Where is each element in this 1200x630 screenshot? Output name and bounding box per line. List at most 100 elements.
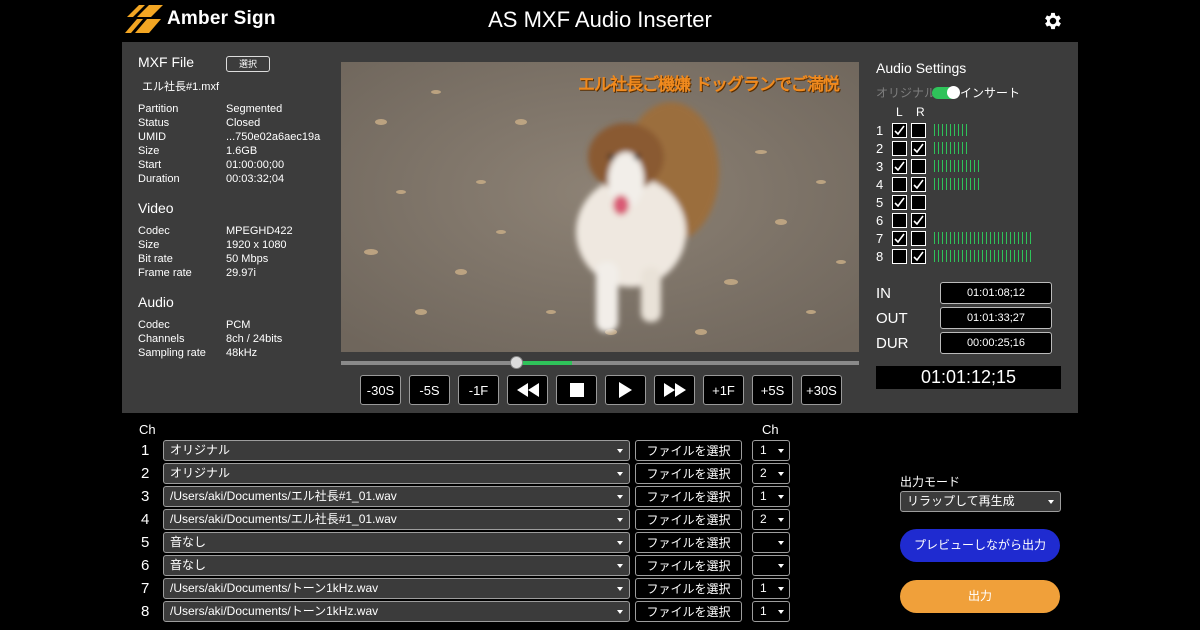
fast-forward-button[interactable] xyxy=(654,375,695,405)
choose-file-button[interactable]: ファイルを選択 xyxy=(635,440,742,461)
app-title: AS MXF Audio Inserter xyxy=(488,7,712,32)
source-value: オリジナル xyxy=(170,443,231,457)
gear-icon[interactable] xyxy=(1042,10,1064,32)
source-select[interactable]: /Users/aki/Documents/エル社長#1_01.wav xyxy=(163,509,630,530)
channel-number: 8 xyxy=(876,248,884,264)
source-select[interactable]: /Users/aki/Documents/トーン1kHz.wav xyxy=(163,601,630,622)
mapping-channel-number: 2 xyxy=(141,465,150,482)
choose-file-button[interactable]: ファイルを選択 xyxy=(635,532,742,553)
in-point-row: IN 01:01:08;12 xyxy=(876,282,1052,304)
rewind-button[interactable] xyxy=(507,375,548,405)
mode-toggle-switch[interactable] xyxy=(932,85,961,99)
source-channel-value: 1 xyxy=(760,604,767,618)
source-channel-select[interactable]: 2 xyxy=(752,463,790,484)
source-channel-select[interactable] xyxy=(752,555,790,576)
choose-file-button[interactable]: ファイルを選択 xyxy=(635,509,742,530)
select-mxf-button[interactable]: 選択 xyxy=(226,56,270,72)
export-button[interactable]: 出力 xyxy=(900,580,1060,613)
preview-export-button[interactable]: プレビューしながら出力 xyxy=(900,529,1060,562)
dur-label: DUR xyxy=(876,334,909,352)
channel-l-checkbox[interactable] xyxy=(892,194,907,210)
level-meter xyxy=(934,178,982,190)
source-select[interactable]: /Users/aki/Documents/エル社長#1_01.wav xyxy=(163,486,630,507)
back-1f-button[interactable]: -1F xyxy=(458,375,499,405)
channel-r-checkbox[interactable] xyxy=(911,176,926,192)
seek-bar[interactable] xyxy=(341,361,859,365)
source-select[interactable]: /Users/aki/Documents/トーン1kHz.wav xyxy=(163,578,630,599)
source-channel-select[interactable]: 1 xyxy=(752,486,790,507)
source-select[interactable]: オリジナル xyxy=(163,440,630,461)
play-button[interactable] xyxy=(605,375,646,405)
source-value: 音なし xyxy=(170,558,207,572)
back-5s-button[interactable]: -5S xyxy=(409,375,450,405)
choose-file-button[interactable]: ファイルを選択 xyxy=(635,555,742,576)
prop-key: Sampling rate xyxy=(138,347,206,359)
output-mode-select[interactable]: リラップして再生成 xyxy=(900,491,1061,512)
chevron-down-icon xyxy=(1048,500,1054,504)
channel-l-checkbox[interactable] xyxy=(892,176,907,192)
source-channel-select[interactable]: 2 xyxy=(752,509,790,530)
duration-row: DUR 00:00:25;16 xyxy=(876,332,1052,354)
channel-l-checkbox[interactable] xyxy=(892,230,907,246)
channel-r-checkbox[interactable] xyxy=(911,140,926,156)
source-select[interactable]: 音なし xyxy=(163,532,630,553)
prop-row: Sampling rate 48kHz xyxy=(138,346,348,360)
channel-l-checkbox[interactable] xyxy=(892,158,907,174)
audio-settings-panel: Audio Settings オリジナル インサート LR 1 2 3 4 5 6 7 8 I… xyxy=(876,60,1076,354)
channel-number: 3 xyxy=(876,158,884,174)
channel-r-checkbox[interactable] xyxy=(911,122,926,138)
source-value: /Users/aki/Documents/トーン1kHz.wav xyxy=(170,604,379,618)
chevron-down-icon xyxy=(617,587,623,591)
check-icon xyxy=(894,233,905,243)
forward-1f-button[interactable]: +1F xyxy=(703,375,744,405)
prop-row: Size 1.6GB xyxy=(138,144,348,158)
check-icon xyxy=(913,143,924,153)
chevron-down-icon xyxy=(778,564,784,568)
stop-button[interactable] xyxy=(556,375,597,405)
file-info-panel: MXF File 選択 エル社長#1.mxf Partition Segmente… xyxy=(138,54,348,360)
channel-r-checkbox[interactable] xyxy=(911,230,926,246)
channel-r-checkbox[interactable] xyxy=(911,248,926,264)
choose-file-button[interactable]: ファイルを選択 xyxy=(635,463,742,484)
main-panel: MXF File 選択 エル社長#1.mxf Partition Segmente… xyxy=(122,42,1078,413)
source-channel-select[interactable]: 1 xyxy=(752,440,790,461)
source-select[interactable]: 音なし xyxy=(163,555,630,576)
channel-number: 7 xyxy=(876,230,884,246)
channel-l-checkbox[interactable] xyxy=(892,140,907,156)
source-value: /Users/aki/Documents/エル社長#1_01.wav xyxy=(170,512,397,526)
channel-l-checkbox[interactable] xyxy=(892,122,907,138)
source-value: 音なし xyxy=(170,535,207,549)
choose-file-button[interactable]: ファイルを選択 xyxy=(635,486,742,507)
right-column-label: R xyxy=(916,105,925,119)
prop-row: Start 01:00:00;00 xyxy=(138,158,348,172)
choose-file-button[interactable]: ファイルを選択 xyxy=(635,601,742,622)
source-channel-select[interactable]: 1 xyxy=(752,578,790,599)
forward-30s-button[interactable]: +30S xyxy=(801,375,842,405)
source-channel-select[interactable]: 1 xyxy=(752,601,790,622)
source-channel-select[interactable] xyxy=(752,532,790,553)
prop-value: 01:00:00;00 xyxy=(226,159,285,171)
channel-l-checkbox[interactable] xyxy=(892,212,907,228)
prop-value: 1.6GB xyxy=(226,145,258,157)
forward-5s-button[interactable]: +5S xyxy=(752,375,793,405)
level-meter xyxy=(934,250,1034,262)
channel-l-checkbox[interactable] xyxy=(892,248,907,264)
prop-value: ...750e02a6aec19a xyxy=(226,131,321,143)
channel-r-checkbox[interactable] xyxy=(911,212,926,228)
out-timecode-field[interactable]: 01:01:33;27 xyxy=(940,307,1052,329)
channel-r-checkbox[interactable] xyxy=(911,194,926,210)
prop-row: Status Closed xyxy=(138,116,348,130)
back-30s-button[interactable]: -30S xyxy=(360,375,401,405)
mxf-properties: Partition Segmented Status Closed UMID ...7… xyxy=(138,102,348,186)
in-timecode-field[interactable]: 01:01:08;12 xyxy=(940,282,1052,304)
source-select[interactable]: オリジナル xyxy=(163,463,630,484)
channel-number: 2 xyxy=(876,140,884,156)
choose-file-button[interactable]: ファイルを選択 xyxy=(635,578,742,599)
seek-handle[interactable] xyxy=(510,356,523,369)
video-preview[interactable]: エル社長ご機嫌 ドッグランでご満悦 xyxy=(341,62,859,352)
video-frame-image xyxy=(341,62,859,352)
channel-r-checkbox[interactable] xyxy=(911,158,926,174)
prop-value: MPEGHD422 xyxy=(226,225,293,237)
channel-number: 5 xyxy=(876,194,884,210)
channel-row: 5 xyxy=(876,193,1034,211)
